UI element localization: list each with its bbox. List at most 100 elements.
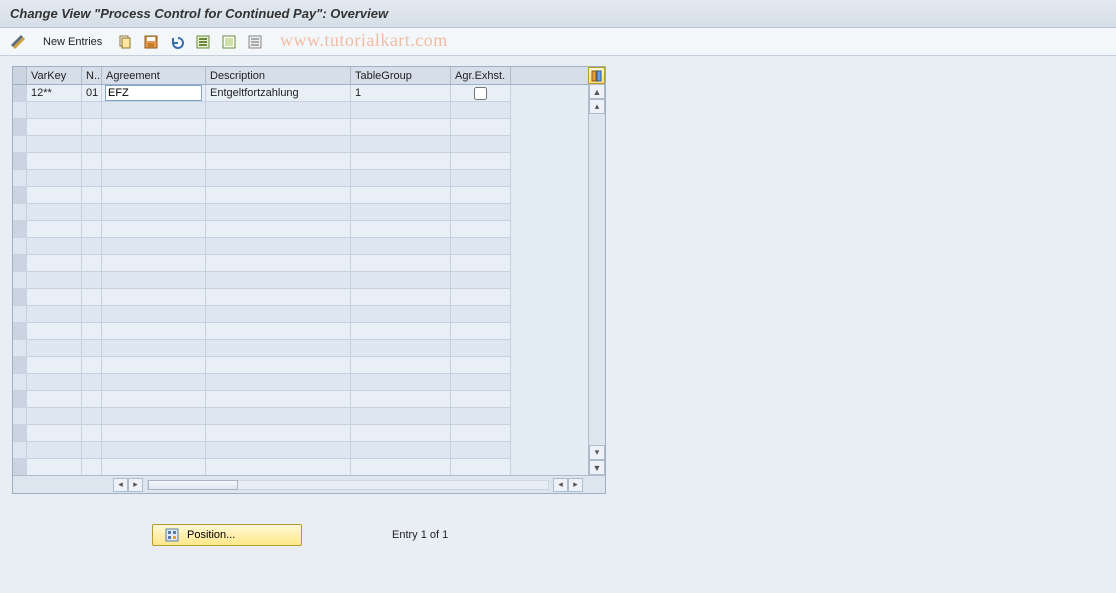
- col-n[interactable]: N..: [82, 67, 102, 84]
- cell-agr-exhst[interactable]: [451, 323, 511, 340]
- cell-agreement[interactable]: [102, 442, 206, 459]
- cell-description[interactable]: [206, 221, 351, 238]
- cell-agreement[interactable]: [102, 204, 206, 221]
- cell-agr-exhst[interactable]: [451, 408, 511, 425]
- row-selector[interactable]: [13, 272, 27, 289]
- cell-n[interactable]: [82, 323, 102, 340]
- cell-n[interactable]: [82, 408, 102, 425]
- col-tablegroup[interactable]: TableGroup: [351, 67, 451, 84]
- cell-agr-exhst[interactable]: [451, 136, 511, 153]
- hscroll-thumb[interactable]: [148, 480, 238, 490]
- cell-varkey[interactable]: [27, 272, 82, 289]
- cell-tablegroup[interactable]: 1: [351, 85, 451, 102]
- cell-agr-exhst[interactable]: [451, 289, 511, 306]
- cell-agreement[interactable]: [102, 408, 206, 425]
- cell-description[interactable]: [206, 425, 351, 442]
- cell-agreement[interactable]: [102, 340, 206, 357]
- cell-varkey[interactable]: [27, 442, 82, 459]
- cell-agreement[interactable]: [102, 102, 206, 119]
- cell-n[interactable]: [82, 187, 102, 204]
- row-selector[interactable]: [13, 425, 27, 442]
- cell-description[interactable]: [206, 238, 351, 255]
- cell-tablegroup[interactable]: [351, 187, 451, 204]
- cell-tablegroup[interactable]: [351, 442, 451, 459]
- row-selector[interactable]: [13, 340, 27, 357]
- scroll-up-icon[interactable]: ▲: [589, 84, 605, 99]
- vscroll-track[interactable]: [589, 114, 605, 445]
- cell-varkey[interactable]: [27, 459, 82, 476]
- cell-agr-exhst[interactable]: [451, 442, 511, 459]
- scroll-left-icon[interactable]: ▸: [128, 478, 143, 492]
- cell-agr-exhst[interactable]: [451, 204, 511, 221]
- cell-n[interactable]: [82, 102, 102, 119]
- col-agreement[interactable]: Agreement: [102, 67, 206, 84]
- cell-n[interactable]: [82, 153, 102, 170]
- cell-tablegroup[interactable]: [351, 340, 451, 357]
- scroll-down-step-icon[interactable]: ▾: [589, 445, 605, 460]
- row-selector[interactable]: [13, 323, 27, 340]
- scroll-right-icon[interactable]: ◂: [553, 478, 568, 492]
- cell-agreement[interactable]: [102, 306, 206, 323]
- cell-agreement[interactable]: [102, 238, 206, 255]
- cell-description[interactable]: [206, 340, 351, 357]
- copy-icon[interactable]: [115, 32, 135, 52]
- agr-exhst-checkbox[interactable]: [474, 87, 487, 100]
- cell-tablegroup[interactable]: [351, 306, 451, 323]
- cell-description[interactable]: [206, 442, 351, 459]
- cell-varkey[interactable]: [27, 306, 82, 323]
- cell-description[interactable]: [206, 374, 351, 391]
- cell-agreement[interactable]: [102, 136, 206, 153]
- row-selector[interactable]: [13, 221, 27, 238]
- col-select-all[interactable]: [13, 67, 27, 84]
- scroll-last-icon[interactable]: ▸: [568, 478, 583, 492]
- row-selector[interactable]: [13, 408, 27, 425]
- cell-description[interactable]: [206, 102, 351, 119]
- cell-agreement[interactable]: [102, 187, 206, 204]
- cell-agreement[interactable]: [102, 459, 206, 476]
- cell-agreement[interactable]: [102, 119, 206, 136]
- table-settings-icon[interactable]: [588, 67, 605, 84]
- cell-agr-exhst[interactable]: [451, 119, 511, 136]
- row-selector[interactable]: [13, 85, 27, 102]
- cell-n[interactable]: [82, 119, 102, 136]
- cell-agreement[interactable]: [102, 85, 206, 102]
- cell-agr-exhst[interactable]: [451, 255, 511, 272]
- cell-varkey[interactable]: [27, 425, 82, 442]
- cell-varkey[interactable]: [27, 391, 82, 408]
- horizontal-scrollbar[interactable]: ◂ ▸ ◂ ▸: [13, 475, 605, 493]
- cell-n[interactable]: [82, 459, 102, 476]
- cell-tablegroup[interactable]: [351, 323, 451, 340]
- cell-n[interactable]: [82, 170, 102, 187]
- position-button[interactable]: Position...: [152, 524, 302, 546]
- cell-agr-exhst[interactable]: [451, 306, 511, 323]
- cell-varkey[interactable]: [27, 323, 82, 340]
- cell-agr-exhst[interactable]: [451, 238, 511, 255]
- cell-n[interactable]: [82, 374, 102, 391]
- new-entries-button[interactable]: New Entries: [36, 32, 109, 52]
- cell-varkey[interactable]: [27, 238, 82, 255]
- cell-n[interactable]: [82, 255, 102, 272]
- save-icon[interactable]: [141, 32, 161, 52]
- cell-agr-exhst[interactable]: [451, 459, 511, 476]
- row-selector[interactable]: [13, 119, 27, 136]
- cell-agr-exhst[interactable]: [451, 153, 511, 170]
- row-selector[interactable]: [13, 102, 27, 119]
- cell-tablegroup[interactable]: [351, 459, 451, 476]
- scroll-first-icon[interactable]: ◂: [113, 478, 128, 492]
- cell-n[interactable]: 01: [82, 85, 102, 102]
- deselect-all-icon[interactable]: [245, 32, 265, 52]
- cell-varkey[interactable]: [27, 119, 82, 136]
- cell-tablegroup[interactable]: [351, 374, 451, 391]
- undo-icon[interactable]: [167, 32, 187, 52]
- row-selector[interactable]: [13, 204, 27, 221]
- row-selector[interactable]: [13, 238, 27, 255]
- cell-description[interactable]: [206, 391, 351, 408]
- cell-varkey[interactable]: [27, 340, 82, 357]
- cell-varkey[interactable]: 12**: [27, 85, 82, 102]
- cell-description[interactable]: [206, 272, 351, 289]
- cell-varkey[interactable]: [27, 408, 82, 425]
- cell-tablegroup[interactable]: [351, 102, 451, 119]
- row-selector[interactable]: [13, 357, 27, 374]
- cell-agr-exhst[interactable]: [451, 272, 511, 289]
- scroll-up-step-icon[interactable]: ▴: [589, 99, 605, 114]
